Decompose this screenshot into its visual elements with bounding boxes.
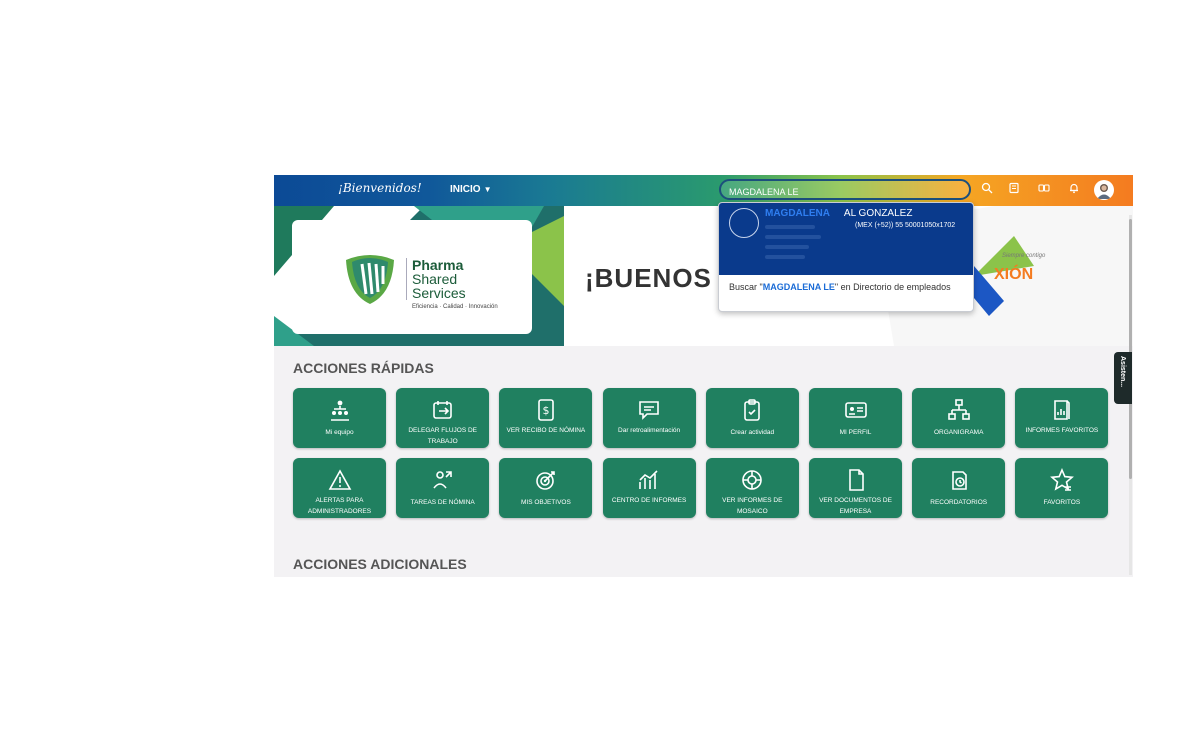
quick-action-label: RECORDATORIOS [930,499,988,506]
welcome-banner: Pharma Shared Services Eficiencia · Cali… [274,206,1133,346]
chevron-down-icon: ▼ [483,185,492,194]
logo-text-pharma: Pharma [412,257,464,273]
calendar-delegate-icon [431,398,455,422]
quick-action-label: FAVORITOS [1043,499,1081,506]
result-detail-placeholder [765,235,821,239]
search-icon[interactable] [979,182,995,198]
org-chart-icon [947,398,971,422]
quick-action-mi-equipo[interactable]: Mi equipo [293,388,386,448]
logo-card: Pharma Shared Services Eficiencia · Cali… [292,220,532,334]
quick-action-favoritos[interactable]: FAVORITOS [1015,458,1109,518]
result-name-rest: AL GONZALEZ [843,208,913,219]
quick-action-ver-recibo-de-nomina[interactable]: $ VER RECIBO DE NÓMINA [499,388,593,448]
reminder-icon [947,468,971,492]
logo-text-services: Services [412,285,466,301]
alert-icon [328,468,352,492]
quick-action-organigrama[interactable]: ORGANIGRAMA [912,388,1006,448]
svg-text:$: $ [542,404,549,417]
clipboard-check-icon [740,398,764,422]
quick-action-label: TAREAS DE NÓMINA [410,499,475,506]
additional-actions-title: ACCIONES ADICIONALES [293,556,467,572]
assistant-tab[interactable]: Asisten... [1114,352,1132,404]
quick-action-label: Crear actividad [730,429,775,436]
search-results-dropdown: MAGDALENA AL GONZALEZ (MEX (+52)) 55 500… [718,202,974,312]
result-detail-placeholder [765,245,809,249]
team-icon [328,398,352,422]
document-icon [844,468,868,492]
pharma-logo-icon [346,255,394,304]
quick-action-label: VER RECIBO DE NÓMINA [506,427,586,434]
book-icon[interactable] [1006,182,1022,198]
quick-action-crear-actividad[interactable]: Crear actividad [705,388,799,448]
quick-action-dar-retroalimentacion[interactable]: Dar retroalimentación [602,388,696,448]
quick-action-recordatorios[interactable]: RECORDATORIOS [912,458,1006,518]
result-detail-placeholder [765,225,815,229]
result-phone: (MEX (+52)) 55 50001050x1702 [855,222,956,229]
quick-action-alertas-para-administradores[interactable]: ALERTAS PARA ADMINISTRADORES [293,458,386,518]
nav-menu-inicio[interactable]: INICIO ▼ [450,184,491,195]
logo-separator [406,258,407,300]
quick-action-label: Mi equipo [325,429,354,436]
quick-action-mi-perfil[interactable]: MI PERFIL [809,388,902,448]
quick-action-label: MIS OBJETIVOS [520,499,571,506]
quick-action-label: MI PERFIL [839,429,872,436]
search-box[interactable] [719,179,971,200]
welcome-logo[interactable]: ¡Bienvenidos! [338,181,422,195]
quick-action-label: INFORMES FAVORITOS [1025,427,1099,434]
result-avatar [729,208,759,238]
result-name: MAGDALENA AL GONZALEZ [765,208,912,219]
favorites-icon [1049,467,1074,492]
search-directory-link[interactable]: Buscar "MAGDALENA LE" en Directorio de e… [729,281,965,293]
quick-action-informes-favoritos[interactable]: INFORMES FAVORITOS [1015,388,1109,448]
user-avatar[interactable] [1094,180,1114,200]
quick-action-ver-informes-de-mosaico[interactable]: VER INFORMES DE MOSAICO [705,458,799,518]
logo-tagline: Eficiencia · Calidad · Innovación [412,304,498,310]
assistant-tab-label: Asisten... [1119,356,1126,388]
brand-text: XIÓN [994,266,1034,283]
greeting-text: ¡BUENOS [585,263,712,293]
result-name-highlight: MAGDALENA [765,208,830,219]
quick-action-label: Dar retroalimentación [618,427,681,434]
quick-action-label: ORGANIGRAMA [933,429,984,436]
directory-suffix: " en Directorio de empleados [834,282,951,292]
scrollbar-thumb[interactable] [1129,219,1132,479]
directory-prefix: Buscar " [729,282,763,292]
quick-action-mis-objetivos[interactable]: MIS OBJETIVOS [499,458,593,518]
profile-card-icon [844,398,868,422]
search-input[interactable] [727,183,961,200]
quick-action-label: DELEGAR FLUJOS DE TRABAJO [408,427,477,445]
chart-icon [637,468,661,492]
target-icon [534,468,558,492]
brand-script-text: Siempre contigo [1002,253,1046,259]
report-star-icon [1050,398,1074,422]
quick-action-delegar-flujos-de-trabajo[interactable]: DELEGAR FLUJOS DE TRABAJO [396,388,490,448]
tile-report-icon [740,468,764,492]
payroll-task-icon [431,468,455,492]
quick-action-ver-documentos-de-empresa[interactable]: VER DOCUMENTOS DE EMPRESA [809,458,902,518]
quick-action-label: ALERTAS PARA ADMINISTRADORES [307,497,372,515]
quick-action-centro-de-informes[interactable]: CENTRO DE INFORMES [602,458,696,518]
quick-action-label: VER DOCUMENTOS DE EMPRESA [819,497,892,515]
search-result-item[interactable]: MAGDALENA AL GONZALEZ (MEX (+52)) 55 500… [719,203,973,275]
quick-action-label: VER INFORMES DE MOSAICO [722,497,783,515]
payslip-icon: $ [534,398,558,422]
feedback-icon [637,398,661,422]
nav-label: INICIO [450,184,481,195]
logo-text-shared: Shared [412,271,458,287]
bell-icon[interactable] [1066,182,1082,198]
app-window: ¡Bienvenidos! INICIO ▼ MAGDALENA LE Phar… [274,175,1133,577]
quick-actions-title: ACCIONES RÁPIDAS [293,360,434,376]
quick-action-label: CENTRO DE INFORMES [611,497,687,504]
directory-query: MAGDALENA LE [762,282,835,292]
result-detail-placeholder [765,255,805,259]
split-view-icon[interactable] [1036,182,1052,198]
quick-action-tareas-de-nomina[interactable]: TAREAS DE NÓMINA [396,458,490,518]
top-header: ¡Bienvenidos! INICIO ▼ [274,175,1133,206]
